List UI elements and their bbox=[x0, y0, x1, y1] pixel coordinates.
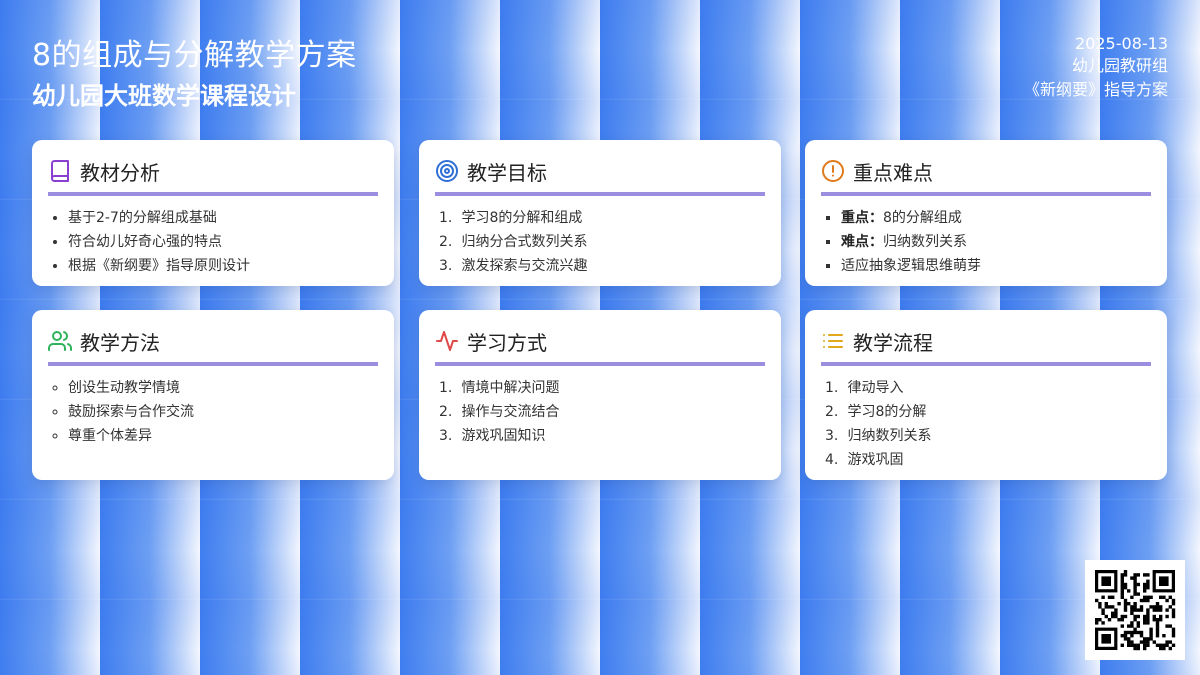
target-icon bbox=[436, 160, 458, 182]
card-title: 学习方式 bbox=[467, 330, 547, 355]
card-header: 教学目标 bbox=[435, 156, 765, 196]
guide-text: 《新纲要》指导方案 bbox=[1023, 80, 1168, 99]
list-item: 鼓励探索与合作交流 bbox=[68, 400, 378, 424]
card-title: 教学方法 bbox=[80, 330, 160, 355]
users-icon bbox=[48, 331, 72, 351]
list-item: 2. 归纳分合式数列关系 bbox=[439, 234, 588, 250]
card-teaching-process: 教学流程 1. 律动导入 2. 学习8的分解 3. 归纳数列关系 4. 游戏巩固 bbox=[805, 310, 1167, 480]
list-item: 根据《新纲要》指导原则设计 bbox=[68, 254, 378, 278]
card-title: 教学流程 bbox=[853, 330, 933, 355]
list-item: 3. 游戏巩固知识 bbox=[439, 428, 546, 444]
list-item: 难点：归纳数列关系 bbox=[841, 230, 1151, 254]
card-header: 教学流程 bbox=[821, 326, 1151, 366]
list-item: 尊重个体差异 bbox=[68, 424, 378, 448]
list-item: 3. 激发探索与交流兴趣 bbox=[439, 258, 588, 274]
card-teaching-methods: 教学方法 创设生动教学情境 鼓励探索与合作交流 尊重个体差异 bbox=[32, 310, 394, 480]
list-item: 适应抽象逻辑思维萌芽 bbox=[841, 254, 1151, 278]
card-list: 创设生动教学情境 鼓励探索与合作交流 尊重个体差异 bbox=[48, 376, 378, 448]
card-key-points: 重点难点 重点：8的分解组成 难点：归纳数列关系 适应抽象逻辑思维萌芽 bbox=[805, 140, 1167, 286]
list-item: 1. 律动导入 bbox=[825, 380, 904, 396]
list-item: 符合幼儿好奇心强的特点 bbox=[68, 230, 378, 254]
card-list: 1. 情境中解决问题 2. 操作与交流结合 3. 游戏巩固知识 bbox=[435, 376, 765, 448]
date-text: 2025-08-13 bbox=[1075, 34, 1168, 53]
list-item: 2. 学习8的分解 bbox=[825, 404, 927, 420]
card-title: 教材分析 bbox=[80, 160, 160, 185]
qr-code-icon bbox=[1085, 560, 1185, 660]
card-list: 基于2-7的分解组成基础 符合幼儿好奇心强的特点 根据《新纲要》指导原则设计 bbox=[48, 206, 378, 278]
list-item: 重点：8的分解组成 bbox=[841, 206, 1151, 230]
card-list: 重点：8的分解组成 难点：归纳数列关系 适应抽象逻辑思维萌芽 bbox=[821, 206, 1151, 278]
card-header: 教学方法 bbox=[48, 326, 378, 366]
pulse-icon bbox=[436, 331, 458, 351]
list-item: 1. 情境中解决问题 bbox=[439, 380, 560, 396]
list-icon bbox=[823, 334, 843, 348]
org-text: 幼儿园教研组 bbox=[1071, 56, 1168, 75]
card-header: 学习方式 bbox=[435, 326, 765, 366]
card-header: 重点难点 bbox=[821, 156, 1151, 196]
list-item: 3. 归纳数列关系 bbox=[825, 428, 932, 444]
list-item: 创设生动教学情境 bbox=[68, 376, 378, 400]
list-item: 4. 游戏巩固 bbox=[825, 452, 904, 468]
card-learning-modes: 学习方式 1. 情境中解决问题 2. 操作与交流结合 3. 游戏巩固知识 bbox=[419, 310, 781, 480]
list-item: 2. 操作与交流结合 bbox=[439, 404, 560, 420]
card-title: 重点难点 bbox=[853, 160, 933, 185]
card-list: 1. 学习8的分解和组成 2. 归纳分合式数列关系 3. 激发探索与交流兴趣 bbox=[435, 206, 765, 278]
page-title: 8的组成与分解教学方案 bbox=[32, 38, 357, 73]
card-teaching-goals: 教学目标 1. 学习8的分解和组成 2. 归纳分合式数列关系 3. 激发探索与交… bbox=[419, 140, 781, 286]
card-list: 1. 律动导入 2. 学习8的分解 3. 归纳数列关系 4. 游戏巩固 bbox=[821, 376, 1151, 472]
alert-icon bbox=[822, 160, 844, 182]
book-icon bbox=[51, 160, 69, 182]
card-material-analysis: 教材分析 基于2-7的分解组成基础 符合幼儿好奇心强的特点 根据《新纲要》指导原… bbox=[32, 140, 394, 286]
list-item: 基于2-7的分解组成基础 bbox=[68, 206, 378, 230]
page-subtitle: 幼儿园大班数学课程设计 bbox=[32, 82, 296, 110]
list-item: 1. 学习8的分解和组成 bbox=[439, 210, 583, 226]
card-title: 教学目标 bbox=[467, 160, 547, 185]
card-header: 教材分析 bbox=[48, 156, 378, 196]
meta-info: 2025-08-13 幼儿园教研组 《新纲要》指导方案 bbox=[1024, 34, 1168, 102]
